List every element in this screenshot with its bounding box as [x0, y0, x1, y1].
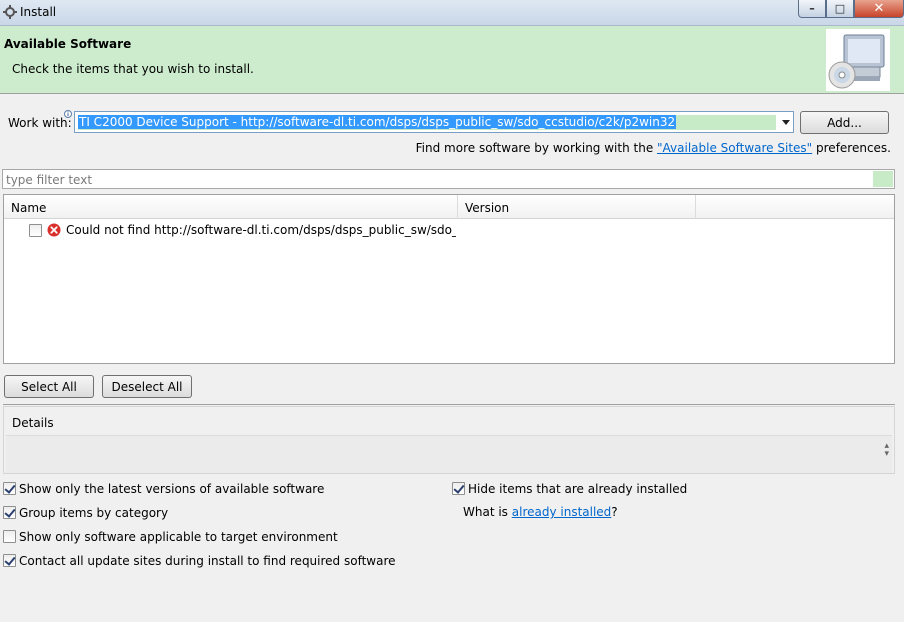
work-with-combo[interactable]: TI C2000 Device Support - http://softwar… — [74, 111, 794, 133]
what-is-installed-text: What is already installed? — [463, 505, 618, 519]
details-label: Details — [12, 416, 54, 430]
filter-placeholder: type filter text — [6, 173, 93, 187]
target-environment-checkbox[interactable] — [3, 530, 16, 543]
work-with-label: Work with: — [8, 116, 72, 130]
window-title: Install — [20, 5, 57, 19]
work-with-value: TI C2000 Device Support - http://softwar… — [78, 115, 677, 129]
page-subtitle: Check the items that you wish to install… — [12, 62, 254, 76]
select-all-button[interactable]: Select All — [4, 375, 94, 398]
filter-input[interactable]: type filter text — [2, 169, 895, 189]
divider — [3, 404, 895, 405]
title-bar: Install – □ ✕ — [0, 0, 904, 26]
find-more-text: Find more software by working with the "… — [415, 141, 891, 155]
filter-clear-area — [873, 171, 893, 187]
error-icon — [47, 223, 61, 237]
maximize-button[interactable]: □ — [826, 0, 854, 18]
available-software-sites-link[interactable]: "Available Software Sites" — [657, 141, 812, 155]
details-scroll-arrows[interactable]: ▴ ▾ — [884, 442, 889, 459]
details-group: Details ▴ ▾ — [3, 406, 895, 474]
details-text-area[interactable]: ▴ ▾ — [6, 435, 892, 473]
hide-installed-checkbox[interactable] — [452, 482, 465, 495]
page-title: Available Software — [4, 37, 132, 51]
software-table: Name Version Could not find http://softw… — [3, 194, 895, 364]
table-header: Name Version — [4, 195, 894, 219]
chevron-down-icon[interactable] — [782, 120, 790, 125]
install-computer-icon — [826, 29, 890, 91]
maximize-icon: □ — [834, 2, 846, 15]
header-banner: Available Software Check the items that … — [0, 26, 904, 94]
row-name: Could not find http://software-dl.ti.com… — [66, 223, 456, 237]
row-checkbox[interactable] — [29, 224, 42, 237]
install-app-icon — [3, 5, 17, 19]
deselect-all-button[interactable]: Deselect All — [102, 375, 192, 398]
add-site-button[interactable]: Add... — [800, 111, 889, 134]
latest-versions-checkbox[interactable] — [3, 482, 16, 495]
minimize-icon: – — [809, 2, 815, 15]
close-button[interactable]: ✕ — [854, 0, 904, 18]
column-header-version[interactable]: Version — [458, 195, 696, 219]
already-installed-link[interactable]: already installed — [512, 505, 612, 519]
minimize-button[interactable]: – — [798, 0, 826, 18]
table-row[interactable]: Could not find http://software-dl.ti.com… — [4, 220, 894, 240]
group-by-category-checkbox[interactable] — [3, 506, 16, 519]
column-header-name[interactable]: Name — [4, 195, 458, 219]
contact-update-sites-checkbox[interactable] — [3, 554, 16, 567]
close-icon: ✕ — [873, 1, 885, 16]
info-icon — [64, 110, 72, 118]
